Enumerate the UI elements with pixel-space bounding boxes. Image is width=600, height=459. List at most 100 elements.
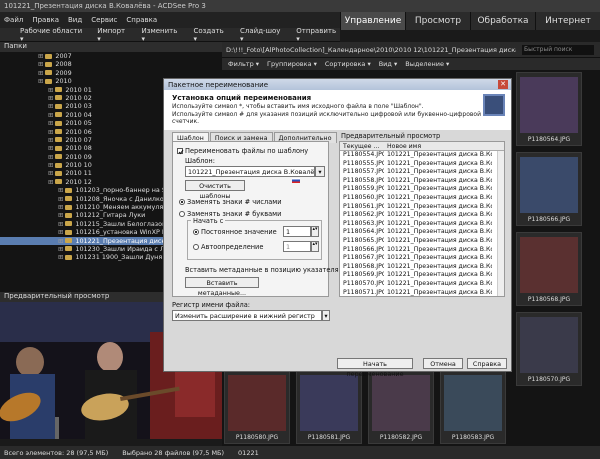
preview-row[interactable]: P1180561.JPG 101221_Презентация диска В.К… xyxy=(340,203,504,212)
menu-item[interactable]: Вид xyxy=(68,16,82,24)
insert-metadata-button[interactable]: Вставить метаданные... xyxy=(185,277,259,297)
preview-row[interactable]: P1180562.JPG 101221_Презентация диска В.К… xyxy=(340,211,504,220)
thumbnail[interactable]: P1180564.JPG xyxy=(516,72,582,146)
preview-row[interactable]: P1180566.JPG 101221_Презентация диска В.К… xyxy=(340,246,504,255)
folder-tree-item[interactable]: ⊞ 2009 xyxy=(0,69,222,77)
case-select[interactable]: Изменить расширение в нижний регистр xyxy=(172,310,322,321)
expand-icon[interactable]: ⊞ xyxy=(58,237,65,245)
expand-icon[interactable]: ⊞ xyxy=(38,69,45,77)
preview-row[interactable]: P1180558.JPG 101221_Презентация диска В.К… xyxy=(340,177,504,186)
const-spinner[interactable]: ▴▾ xyxy=(311,226,319,237)
preview-row[interactable]: P1180564.JPG 101221_Презентация диска В.К… xyxy=(340,228,504,237)
toolbar-dropdown[interactable]: Рабочие области ▾ xyxy=(20,27,85,43)
use-template-row[interactable]: Переименовать файлы по шаблону xyxy=(177,147,308,155)
expand-icon[interactable]: ⊞ xyxy=(48,102,55,110)
toolbar-dropdown[interactable]: Слайд-шоу ▾ xyxy=(240,27,284,43)
preview-row[interactable]: P1180571.JPG 101221_Презентация диска В.К… xyxy=(340,289,504,297)
preview-row[interactable]: P1180570.JPG 101221_Презентация диска В.К… xyxy=(340,280,504,289)
expand-icon[interactable]: ⊞ xyxy=(58,228,65,236)
thumbnail[interactable]: P1180582.JPG xyxy=(368,370,434,444)
expand-icon[interactable]: ⊞ xyxy=(48,86,55,94)
preview-row[interactable]: P1180567.JPG 101221_Презентация диска В.К… xyxy=(340,254,504,263)
menu-item[interactable]: Справка xyxy=(126,16,157,24)
expand-icon[interactable]: ⊞ xyxy=(48,119,55,127)
expand-icon[interactable]: ⊞ xyxy=(48,111,55,119)
radio-const[interactable] xyxy=(193,229,199,235)
folder-tree-item[interactable]: ⊞ 2008 xyxy=(0,60,222,68)
start-rename-button[interactable]: Начать переименование xyxy=(337,358,413,378)
expand-icon[interactable]: ⊞ xyxy=(58,253,65,261)
toolbar-dropdown[interactable]: Изменить ▾ xyxy=(142,27,182,43)
expand-icon[interactable]: ⊞ xyxy=(58,203,65,211)
expand-icon[interactable]: ⊞ xyxy=(48,136,55,144)
radio-letters[interactable] xyxy=(179,211,185,217)
radio-auto-row[interactable]: Автоопределение xyxy=(193,243,263,251)
expand-icon[interactable]: ⊞ xyxy=(58,186,65,194)
folder-tree-item[interactable]: ⊞ 2007 xyxy=(0,52,222,60)
expand-icon[interactable]: ⊞ xyxy=(48,169,55,177)
template-input[interactable]: 101221_Презентация диска В.Ковалёва_### xyxy=(185,166,315,177)
filter-menu[interactable]: Вид ▾ xyxy=(379,60,398,68)
const-value-input[interactable]: 1 xyxy=(283,226,311,237)
thumbnail[interactable]: P1180580.JPG xyxy=(224,370,290,444)
radio-auto[interactable] xyxy=(193,244,199,250)
expand-icon[interactable]: ⊞ xyxy=(48,144,55,152)
expand-icon[interactable]: ⊞ xyxy=(48,178,55,186)
preview-row[interactable]: P1180559.JPG 101221_Презентация диска В.К… xyxy=(340,185,504,194)
expand-icon[interactable]: ⊞ xyxy=(38,77,45,85)
mode-tab[interactable]: Управление xyxy=(340,12,405,30)
expand-icon[interactable]: ⊞ xyxy=(58,211,65,219)
thumbnail[interactable]: P1180568.JPG xyxy=(516,232,582,306)
auto-spinner[interactable]: ▴▾ xyxy=(311,241,319,252)
mode-tab[interactable]: Просмотр xyxy=(405,12,470,30)
auto-value-input[interactable]: 1 xyxy=(283,241,311,252)
preview-row[interactable]: P1180555.JPG 101221_Презентация диска В.К… xyxy=(340,160,504,169)
expand-icon[interactable]: ⊞ xyxy=(58,245,65,253)
expand-icon[interactable]: ⊞ xyxy=(48,153,55,161)
toolbar-dropdown[interactable]: Импорт ▾ xyxy=(97,27,129,43)
thumbnail[interactable]: P1180581.JPG xyxy=(296,370,362,444)
mode-tab[interactable]: Обработка xyxy=(470,12,535,30)
thumbnail[interactable]: P1180570.JPG xyxy=(516,312,582,386)
thumbnail[interactable]: P1180566.JPG xyxy=(516,152,582,226)
clear-templates-button[interactable]: Очистить шаблоны xyxy=(185,180,245,200)
preview-scrollbar[interactable] xyxy=(497,151,504,296)
expand-icon[interactable]: ⊞ xyxy=(48,128,55,136)
case-dropdown-button[interactable]: ▾ xyxy=(322,310,330,321)
filter-menu[interactable]: Выделение ▾ xyxy=(405,60,449,68)
preview-row[interactable]: P1180563.JPG 101221_Презентация диска В.К… xyxy=(340,220,504,229)
preview-row[interactable]: P1180554.JPG 101221_Презентация диска В.К… xyxy=(340,151,504,160)
use-template-checkbox[interactable] xyxy=(177,148,184,155)
preview-row[interactable]: P1180560.JPG 101221_Презентация диска В.К… xyxy=(340,194,504,203)
close-button[interactable]: ✕ xyxy=(498,80,508,89)
expand-icon[interactable]: ⊞ xyxy=(48,161,55,169)
preview-row[interactable]: P1180557.JPG 101221_Презентация диска В.К… xyxy=(340,168,504,177)
expand-icon[interactable]: ⊞ xyxy=(38,52,45,60)
help-button[interactable]: Справка xyxy=(467,358,507,369)
preview-row[interactable]: P1180569.JPG 101221_Презентация диска В.К… xyxy=(340,271,504,280)
expand-icon[interactable]: ⊞ xyxy=(48,94,55,102)
template-dropdown-button[interactable]: ▾ xyxy=(315,166,325,177)
mode-tab[interactable]: Интернет xyxy=(535,12,600,30)
filter-menu[interactable]: Группировка ▾ xyxy=(267,60,317,68)
radio-digits-row[interactable]: Заменять знаки # числами xyxy=(179,198,282,206)
toolbar-dropdown[interactable]: Создать ▾ xyxy=(193,27,228,43)
radio-const-row[interactable]: Постоянное значение xyxy=(193,228,277,236)
filter-menu[interactable]: Фильтр ▾ xyxy=(228,60,259,68)
expand-icon[interactable]: ⊞ xyxy=(58,195,65,203)
thumbnail[interactable]: P1180583.JPG xyxy=(440,370,506,444)
menu-item[interactable]: Правка xyxy=(32,16,59,24)
expand-icon[interactable]: ⊞ xyxy=(38,60,45,68)
folder-path[interactable]: D:\!!!_Foto\[AlPhotoCollection]_Календар… xyxy=(226,46,516,54)
menu-item[interactable]: Сервис xyxy=(91,16,117,24)
filter-menu[interactable]: Сортировка ▾ xyxy=(325,60,371,68)
radio-digits[interactable] xyxy=(179,199,185,205)
preview-row[interactable]: P1180565.JPG 101221_Презентация диска В.К… xyxy=(340,237,504,246)
col-new-name[interactable]: Новое имя xyxy=(384,142,492,150)
expand-icon[interactable]: ⊞ xyxy=(58,220,65,228)
menu-item[interactable]: Файл xyxy=(4,16,23,24)
toolbar-dropdown[interactable]: Отправить ▾ xyxy=(296,27,340,43)
col-current-name[interactable]: Текущее ... xyxy=(340,142,384,150)
preview-row[interactable]: P1180568.JPG 101221_Презентация диска В.К… xyxy=(340,263,504,272)
cancel-button[interactable]: Отмена xyxy=(423,358,463,369)
